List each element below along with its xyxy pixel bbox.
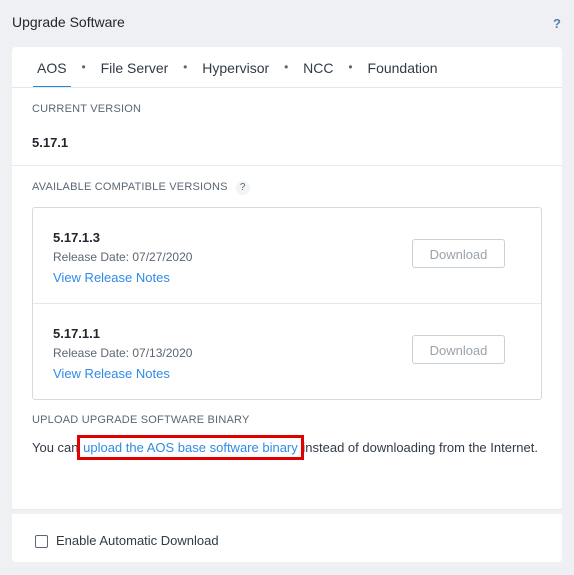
release-date: Release Date: 07/27/2020 [53, 250, 193, 264]
version-name: 5.17.1.1 [53, 326, 100, 341]
tab-bar: AOS • File Server • Hypervisor • NCC • F… [33, 47, 438, 88]
release-date: Release Date: 07/13/2020 [53, 346, 193, 360]
divider [12, 509, 562, 510]
available-versions-label: AVAILABLE COMPATIBLE VERSIONS? [32, 181, 250, 195]
tab-hypervisor[interactable]: Hypervisor [202, 47, 269, 87]
tab-separator: • [284, 60, 289, 74]
question-icon[interactable]: ? [235, 181, 250, 195]
enable-auto-download-label[interactable]: Enable Automatic Download [56, 533, 219, 548]
upload-text-before: You can [32, 440, 83, 455]
upload-binary-label: UPLOAD UPGRADE SOFTWARE BINARY [32, 414, 250, 426]
current-version-label: CURRENT VERSION [32, 103, 142, 115]
available-versions-label-text: AVAILABLE COMPATIBLE VERSIONS [32, 181, 228, 193]
view-release-notes-link[interactable]: View Release Notes [53, 270, 170, 285]
version-name: 5.17.1.3 [53, 230, 100, 245]
tab-separator: • [348, 60, 353, 74]
tab-aos[interactable]: AOS [33, 47, 71, 88]
tab-file-server[interactable]: File Server [101, 47, 169, 87]
enable-auto-download-checkbox[interactable] [35, 535, 48, 548]
tab-separator: • [183, 60, 188, 74]
version-row: 5.17.1.3 Release Date: 07/27/2020 View R… [33, 208, 541, 303]
version-row: 5.17.1.1 Release Date: 07/13/2020 View R… [33, 303, 541, 399]
upload-text-after: instead of downloading from the Internet… [298, 440, 538, 455]
divider [12, 165, 562, 166]
dialog-title: Upgrade Software [12, 14, 125, 30]
upload-binary-link[interactable]: upload the AOS base software binary [77, 435, 304, 460]
tab-separator: • [81, 60, 86, 74]
current-version-value: 5.17.1 [32, 135, 69, 150]
help-icon[interactable]: ? [550, 17, 564, 31]
auto-download-section: Enable Automatic Download [12, 514, 562, 562]
upload-instructions: You can upload the AOS base software bin… [32, 435, 542, 460]
upgrade-card: AOS • File Server • Hypervisor • NCC • F… [12, 47, 562, 510]
view-release-notes-link[interactable]: View Release Notes [53, 366, 170, 381]
versions-list: 5.17.1.3 Release Date: 07/27/2020 View R… [32, 207, 542, 400]
download-button[interactable]: Download [412, 335, 505, 364]
tab-foundation[interactable]: Foundation [368, 47, 438, 87]
download-button[interactable]: Download [412, 239, 505, 268]
tab-ncc[interactable]: NCC [303, 47, 333, 87]
divider [12, 87, 562, 88]
